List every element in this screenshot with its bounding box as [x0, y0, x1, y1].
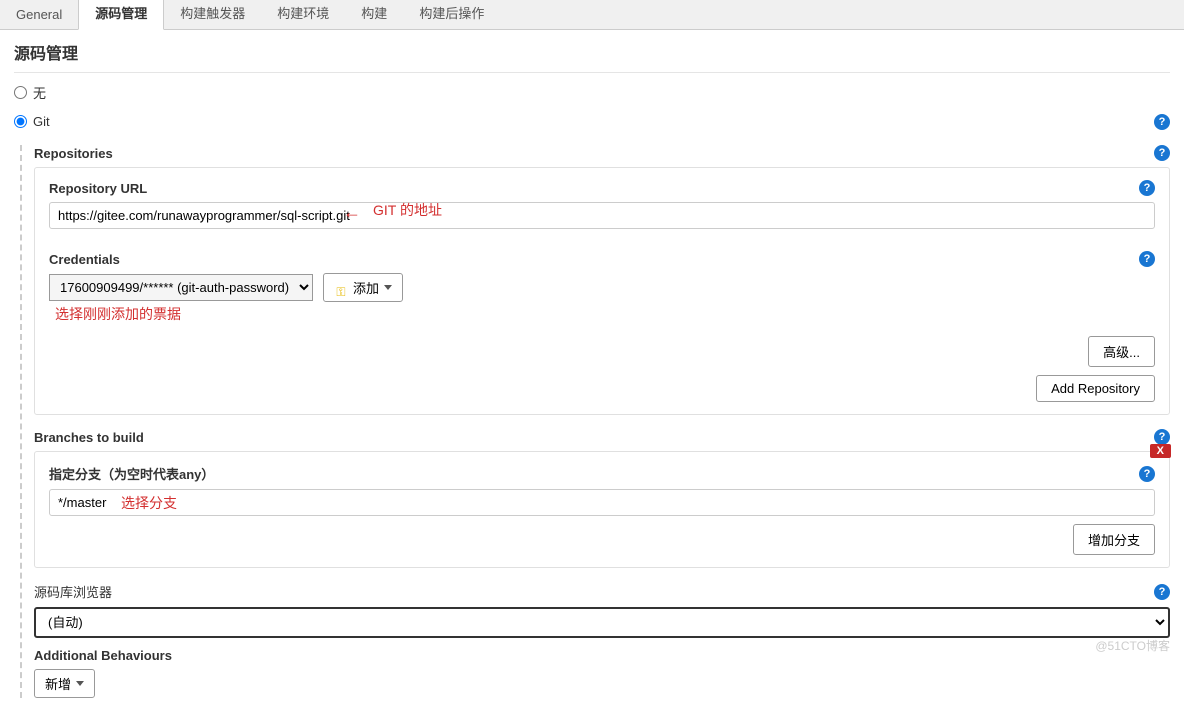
help-icon[interactable]: ?: [1154, 145, 1170, 161]
annotation-branch: 选择分支: [121, 493, 177, 513]
watermark: @51CTO博客: [1095, 637, 1170, 654]
add-behaviour-button[interactable]: 新增: [34, 669, 95, 698]
help-icon[interactable]: ?: [1139, 466, 1155, 482]
annotation-arrow: ←: [343, 202, 361, 223]
tab-env[interactable]: 构建环境: [261, 0, 345, 29]
repositories-label: Repositories: [34, 146, 113, 161]
repo-browser-select[interactable]: (自动): [34, 607, 1170, 638]
credentials-label: Credentials: [49, 252, 120, 267]
chevron-down-icon: [76, 681, 84, 686]
delete-branch-button[interactable]: X: [1150, 444, 1171, 458]
section-title: 源码管理: [14, 40, 1170, 64]
radio-none[interactable]: [14, 86, 27, 99]
add-repository-button[interactable]: Add Repository: [1036, 375, 1155, 402]
radio-git[interactable]: [14, 115, 27, 128]
help-icon[interactable]: ?: [1154, 429, 1170, 445]
tab-triggers[interactable]: 构建触发器: [164, 0, 261, 29]
key-icon: [334, 284, 348, 292]
add-branch-button[interactable]: 增加分支: [1073, 524, 1155, 555]
branch-specifier-input[interactable]: [49, 489, 1155, 516]
advanced-button[interactable]: 高级...: [1088, 336, 1155, 367]
radio-none-label: 无: [33, 83, 46, 102]
divider: [14, 72, 1170, 73]
credentials-select[interactable]: 17600909499/****** (git-auth-password): [49, 274, 313, 301]
tab-build[interactable]: 构建: [345, 0, 403, 29]
add-credentials-button[interactable]: 添加: [323, 273, 403, 302]
help-icon[interactable]: ?: [1139, 251, 1155, 267]
help-icon[interactable]: ?: [1139, 180, 1155, 196]
repository-box: Repository URL ? ← GIT 的地址 Credentials ?…: [34, 167, 1170, 415]
repo-browser-label: 源码库浏览器: [34, 582, 112, 601]
branch-specifier-label: 指定分支（为空时代表any）: [49, 464, 214, 483]
radio-git-label: Git: [33, 114, 50, 129]
branches-label: Branches to build: [34, 430, 144, 445]
help-icon[interactable]: ?: [1154, 114, 1170, 130]
tab-general[interactable]: General: [0, 0, 78, 29]
repository-url-label: Repository URL: [49, 181, 147, 196]
annotation-git-url: GIT 的地址: [373, 200, 442, 220]
chevron-down-icon: [384, 285, 392, 290]
annotation-credentials: 选择刚刚添加的票据: [55, 304, 181, 324]
repository-url-input[interactable]: [49, 202, 1155, 229]
branches-box: X 指定分支（为空时代表any） ? 选择分支 增加分支: [34, 451, 1170, 568]
tab-post[interactable]: 构建后操作: [403, 0, 500, 29]
additional-behaviours-label: Additional Behaviours: [34, 648, 172, 663]
help-icon[interactable]: ?: [1154, 584, 1170, 600]
tabs-bar: General 源码管理 构建触发器 构建环境 构建 构建后操作: [0, 0, 1184, 30]
tab-scm[interactable]: 源码管理: [78, 0, 164, 30]
